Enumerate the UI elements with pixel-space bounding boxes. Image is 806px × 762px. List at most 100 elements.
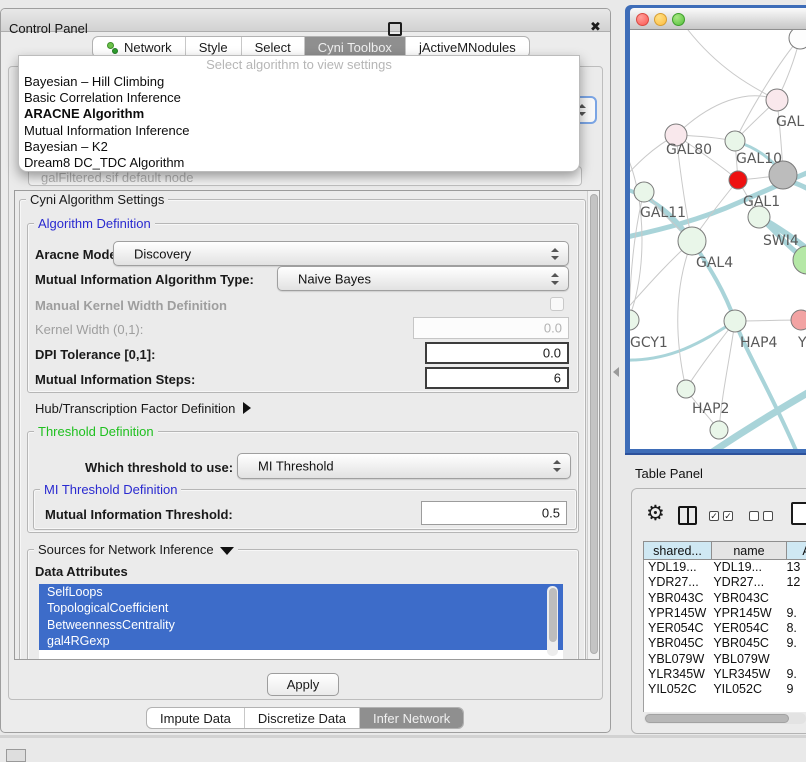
tab-select[interactable]: Select — [242, 37, 305, 57]
sources-group-title[interactable]: Sources for Network Inference — [34, 542, 238, 557]
network-node[interactable] — [725, 131, 745, 151]
manual-kernel-checkbox[interactable] — [550, 297, 564, 311]
attributes-scrollbar[interactable] — [547, 586, 558, 656]
unchecked-checkbox-icon[interactable] — [749, 511, 759, 521]
network-canvas[interactable]: GALGAL80GAL10GAL1GAL11SWI4GAL4GCY1HAP4YH… — [630, 30, 806, 449]
tab-network[interactable]: Network — [93, 37, 186, 57]
minimize-traffic-light-icon[interactable] — [654, 13, 667, 26]
checked-checkbox-icon[interactable]: ✓ — [723, 511, 733, 521]
threshold-select-value: MI Threshold — [258, 459, 334, 474]
mi-steps-input[interactable]: 6 — [425, 367, 569, 389]
algorithm-definition-title: Algorithm Definition — [34, 216, 155, 231]
settings-scrollbar[interactable] — [587, 191, 599, 659]
network-node[interactable] — [678, 227, 706, 255]
table-row[interactable]: YBR045CYBR045C9. — [644, 636, 806, 651]
hub-definition-expander[interactable]: Hub/Transcription Factor Definition — [35, 401, 251, 416]
close-icon[interactable]: ✖ — [590, 19, 601, 35]
data-attributes-list[interactable]: SelfLoopsTopologicalCoefficientBetweenne… — [39, 584, 563, 659]
table-row[interactable]: YDR27...YDR27...12 — [644, 575, 806, 590]
network-node[interactable] — [729, 171, 747, 189]
unchecked-checkbox-icon[interactable] — [763, 511, 773, 521]
network-node[interactable] — [789, 30, 806, 49]
aracne-mode-select[interactable]: Discovery — [113, 241, 569, 266]
table-cell: 12 — [786, 575, 806, 590]
algorithm-options: Bayesian – Hill ClimbingBasic Correlatio… — [19, 74, 579, 171]
column-header-name[interactable]: name — [711, 541, 786, 560]
table-cell: 9 — [786, 682, 806, 697]
tab-label: Infer Network — [373, 711, 450, 726]
table-row[interactable]: YIL052CYIL052C9 — [644, 682, 806, 697]
splitter-collapse-arrow[interactable] — [613, 367, 619, 377]
table-cell: YBR043C — [713, 591, 786, 606]
table-row[interactable]: YBL079WYBL079W — [644, 652, 806, 667]
document-icon[interactable] — [791, 502, 806, 525]
algorithm-option-basic-correlation-inference[interactable]: Basic Correlation Inference — [19, 90, 579, 106]
table-cell: YDL19... — [644, 560, 713, 575]
network-table-combo-value: galFiltered.sif default node — [41, 170, 193, 185]
network-node[interactable] — [724, 310, 746, 332]
network-node[interactable] — [630, 310, 639, 330]
table-horizontal-scrollbar[interactable] — [644, 713, 806, 724]
mi-type-select[interactable]: Naive Bayes — [277, 266, 569, 291]
attribute-item-selfloops[interactable]: SelfLoops — [39, 584, 563, 600]
tab-impute-data[interactable]: Impute Data — [147, 708, 245, 728]
tab-label: Network — [124, 40, 172, 55]
tab-label: Impute Data — [160, 711, 231, 726]
zoom-traffic-light-icon[interactable] — [672, 13, 685, 26]
algorithm-option-dream8-dc-tdc-algorithm[interactable]: Dream8 DC_TDC Algorithm — [19, 155, 579, 171]
network-edge[interactable] — [686, 321, 735, 389]
settings-scrollbar-thumb[interactable] — [590, 194, 598, 654]
algorithm-option-bayesian-k2[interactable]: Bayesian – K2 — [19, 139, 579, 155]
network-node[interactable] — [634, 182, 654, 202]
column-header-a[interactable]: A — [786, 541, 806, 560]
tab-style[interactable]: Style — [186, 37, 242, 57]
network-edge[interactable] — [630, 150, 642, 328]
mi-threshold-input[interactable]: 0.5 — [421, 501, 567, 525]
columns-icon[interactable] — [678, 506, 697, 525]
network-node[interactable] — [791, 310, 806, 330]
network-node-label-gal4: GAL4 — [696, 255, 733, 271]
attribute-item-topologicalcoefficient[interactable]: TopologicalCoefficient — [39, 600, 563, 616]
table-row[interactable]: YBR043CYBR043C — [644, 591, 806, 606]
table-cell: YLR345W — [644, 667, 713, 682]
column-header-shared-[interactable]: shared... — [643, 541, 711, 560]
table-row[interactable]: YLR345WYLR345W9. — [644, 667, 806, 682]
table-cell: YLR345W — [713, 667, 786, 682]
tab-jactivemnodules[interactable]: jActiveMNodules — [406, 37, 529, 57]
attribute-item-betweennesscentrality[interactable]: BetweennessCentrality — [39, 617, 563, 633]
float-window-icon[interactable] — [388, 22, 402, 36]
tab-infer-network[interactable]: Infer Network — [360, 708, 463, 728]
algorithm-option-mutual-information-inference[interactable]: Mutual Information Inference — [19, 123, 579, 139]
network-edge[interactable] — [676, 96, 777, 135]
attribute-item-gal4rgexp[interactable]: gal4RGexp — [39, 633, 563, 649]
table-row[interactable]: YDL19...YDL19...13 — [644, 560, 806, 575]
threshold-select[interactable]: MI Threshold — [237, 453, 571, 479]
mi-type-label: Mutual Information Algorithm Type: — [35, 272, 254, 287]
tab-label: Cyni Toolbox — [318, 40, 392, 55]
network-node[interactable] — [677, 380, 695, 398]
table-cell: YER054C — [713, 621, 786, 636]
algorithm-option-bayesian-hill-climbing[interactable]: Bayesian – Hill Climbing — [19, 74, 579, 90]
tab-cyni-toolbox[interactable]: Cyni Toolbox — [305, 37, 406, 57]
kernel-width-input[interactable]: 0.0 — [413, 317, 569, 339]
kernel-width-label: Kernel Width (0,1): — [35, 322, 143, 337]
apply-button[interactable]: Apply — [267, 673, 339, 696]
tab-label: Select — [255, 40, 291, 55]
network-icon — [106, 41, 119, 54]
dpi-tolerance-input[interactable]: 0.0 — [425, 342, 569, 364]
attributes-scrollbar-thumb[interactable] — [549, 588, 557, 642]
network-node[interactable] — [766, 89, 788, 111]
gear-icon[interactable]: ⚙ — [646, 503, 665, 524]
table-row[interactable]: YER054CYER054C8. — [644, 621, 806, 636]
algorithm-option-aracne-algorithm[interactable]: ARACNE Algorithm — [19, 106, 579, 122]
network-node[interactable] — [710, 421, 728, 439]
control-panel-titlebar: Control Panel ✖ — [1, 9, 610, 32]
table-cell: 9. — [786, 667, 806, 682]
table-cell: YBR045C — [713, 636, 786, 651]
checked-checkbox-icon[interactable]: ✓ — [709, 511, 719, 521]
tab-discretize-data[interactable]: Discretize Data — [245, 708, 360, 728]
network-edge[interactable] — [678, 241, 692, 389]
table-row[interactable]: YPR145WYPR145W9. — [644, 606, 806, 621]
close-traffic-light-icon[interactable] — [636, 13, 649, 26]
table-scrollbar-thumb[interactable] — [645, 714, 789, 723]
